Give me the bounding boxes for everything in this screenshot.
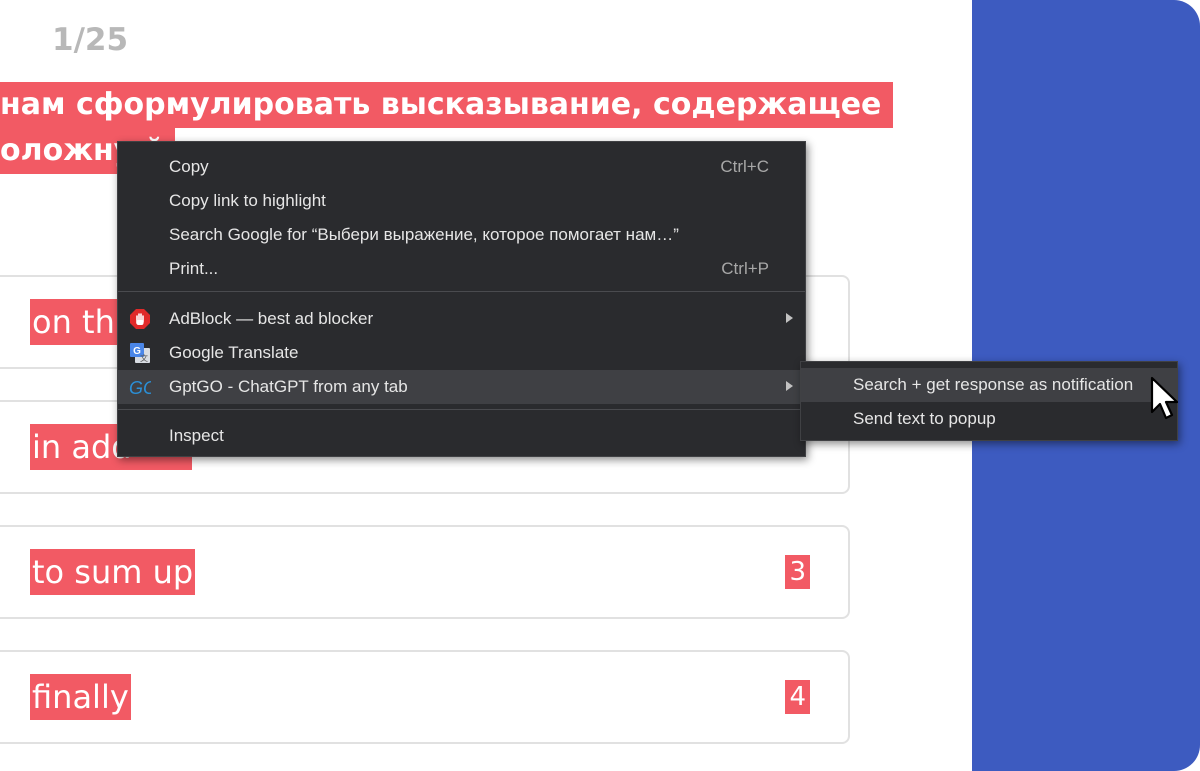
- submenu-item-search-notification[interactable]: Search + get response as notification: [801, 368, 1177, 402]
- submenu-item-label: Search + get response as notification: [853, 375, 1134, 394]
- menu-item-shortcut: Ctrl+C: [720, 157, 769, 176]
- menu-separator: [118, 291, 805, 292]
- menu-item-label: Copy: [169, 157, 209, 176]
- google-translate-icon: G 文: [130, 343, 150, 363]
- answer-option-text: to sum up: [30, 549, 196, 595]
- answer-option-4[interactable]: finally 4: [0, 650, 850, 744]
- question-text-line-1: нам сформулировать высказывание, содержа…: [0, 82, 894, 128]
- menu-item-label: Inspect: [169, 426, 224, 445]
- menu-item-copy-link[interactable]: Copy link to highlight: [118, 184, 805, 218]
- menu-item-inspect[interactable]: Inspect: [118, 419, 805, 453]
- menu-item-print[interactable]: Print... Ctrl+P: [118, 252, 805, 286]
- chevron-right-icon: [786, 381, 793, 391]
- menu-item-copy[interactable]: Copy Ctrl+C: [118, 150, 805, 184]
- answer-option-number: 4: [785, 680, 810, 714]
- menu-item-google-translate[interactable]: G 文 Google Translate: [118, 336, 805, 370]
- submenu-item-label: Send text to popup: [853, 409, 996, 428]
- answer-option-number: 3: [785, 555, 810, 589]
- submenu-item-send-popup[interactable]: Send text to popup: [801, 402, 1177, 436]
- answer-option-text: on th: [30, 299, 117, 345]
- menu-item-label: Print...: [169, 259, 219, 278]
- menu-separator: [118, 409, 805, 410]
- gptgo-icon: GO: [129, 378, 151, 398]
- answer-option-3[interactable]: to sum up 3: [0, 525, 850, 619]
- menu-item-label: Google Translate: [169, 343, 299, 362]
- menu-item-label: Search Google for “Выбери выражение, кот…: [169, 225, 679, 244]
- menu-item-search-google[interactable]: Search Google for “Выбери выражение, кот…: [118, 218, 805, 252]
- chevron-right-icon: [786, 313, 793, 323]
- menu-item-shortcut: Ctrl+P: [721, 259, 769, 278]
- menu-item-label: AdBlock — best ad blocker: [169, 309, 374, 328]
- mouse-cursor-icon: [1150, 376, 1179, 420]
- question-counter: 1/25: [52, 22, 129, 58]
- gptgo-submenu: Search + get response as notification Se…: [800, 361, 1178, 441]
- menu-item-label: Copy link to highlight: [169, 191, 326, 210]
- menu-item-adblock[interactable]: AdBlock — best ad blocker: [118, 302, 805, 336]
- answer-option-text: finally: [30, 674, 131, 720]
- svg-text:GO: GO: [129, 378, 151, 398]
- context-menu: Copy Ctrl+C Copy link to highlight Searc…: [117, 141, 806, 457]
- svg-text:文: 文: [140, 353, 148, 363]
- menu-item-gptgo[interactable]: GO GptGO - ChatGPT from any tab: [118, 370, 805, 404]
- adblock-icon: [130, 309, 150, 329]
- menu-item-label: GptGO - ChatGPT from any tab: [169, 377, 408, 396]
